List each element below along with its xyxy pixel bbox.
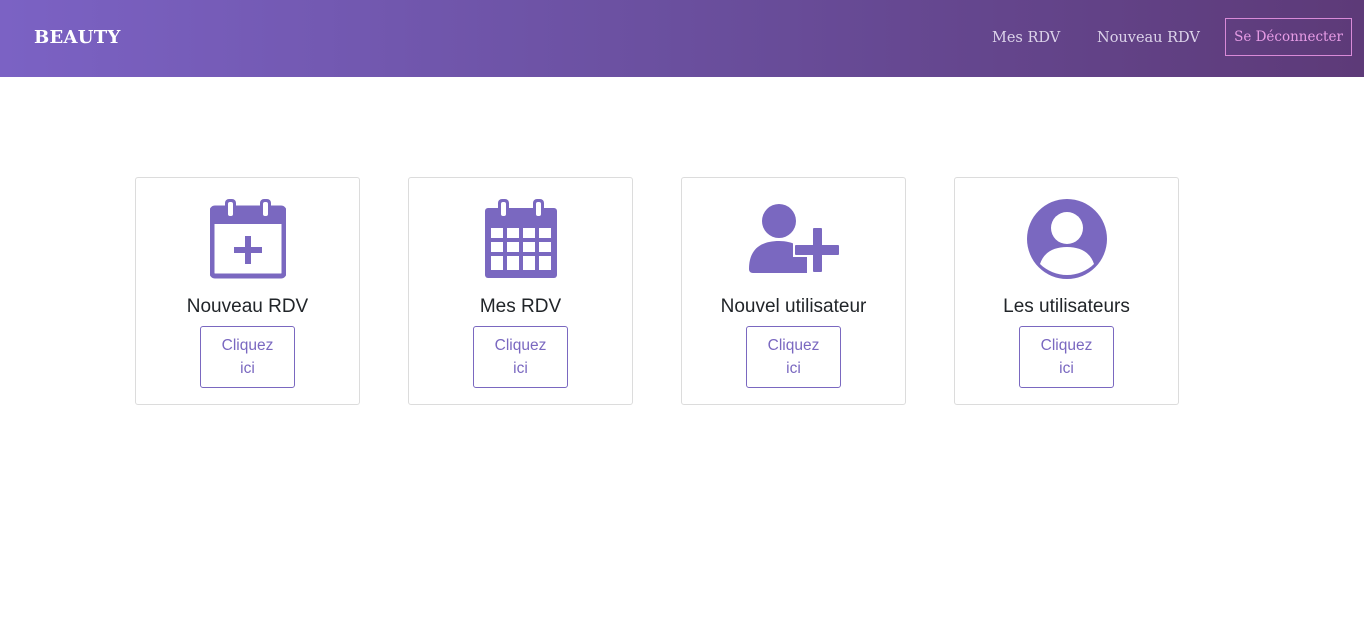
logout-button[interactable]: Se Déconnecter — [1225, 18, 1352, 56]
card-nouvel-utilisateur: Nouvel utilisateur Cliquez ici — [681, 177, 906, 405]
top-navbar: BEAUTY Mes RDV Nouveau RDV Se Déconnecte… — [0, 0, 1364, 77]
calendar-plus-icon — [136, 196, 359, 282]
card-title: Les utilisateurs — [1003, 296, 1130, 317]
calendar-grid-icon — [409, 196, 632, 282]
card-les-utilisateurs: Les utilisateurs Cliquez ici — [954, 177, 1179, 405]
button-label-line2: ici — [240, 360, 255, 377]
button-label-line1: Cliquez — [1040, 337, 1093, 354]
brand-logo[interactable]: BEAUTY — [34, 27, 121, 49]
button-label-line1: Cliquez — [494, 337, 547, 354]
button-label-line1: Cliquez — [767, 337, 820, 354]
nav-link-nouveau-rdv[interactable]: Nouveau RDV — [1097, 28, 1200, 48]
button-label-line2: ici — [513, 360, 528, 377]
user-circle-icon — [955, 196, 1178, 282]
card-title: Nouvel utilisateur — [720, 296, 867, 317]
button-label-line2: ici — [1059, 360, 1074, 377]
cliquez-ici-button[interactable]: Cliquez ici — [473, 326, 568, 388]
nav-link-mes-rdv[interactable]: Mes RDV — [992, 28, 1060, 48]
button-label-line1: Cliquez — [221, 337, 274, 354]
card-title: Nouveau RDV — [186, 296, 309, 317]
button-label-line2: ici — [786, 360, 801, 377]
card-nouveau-rdv: Nouveau RDV Cliquez ici — [135, 177, 360, 405]
card-mes-rdv: Mes RDV Cliquez ici — [408, 177, 633, 405]
cliquez-ici-button[interactable]: Cliquez ici — [746, 326, 841, 388]
cliquez-ici-button[interactable]: Cliquez ici — [1019, 326, 1114, 388]
cliquez-ici-button[interactable]: Cliquez ici — [200, 326, 295, 388]
user-plus-icon — [682, 196, 905, 282]
card-title: Mes RDV — [479, 296, 562, 317]
